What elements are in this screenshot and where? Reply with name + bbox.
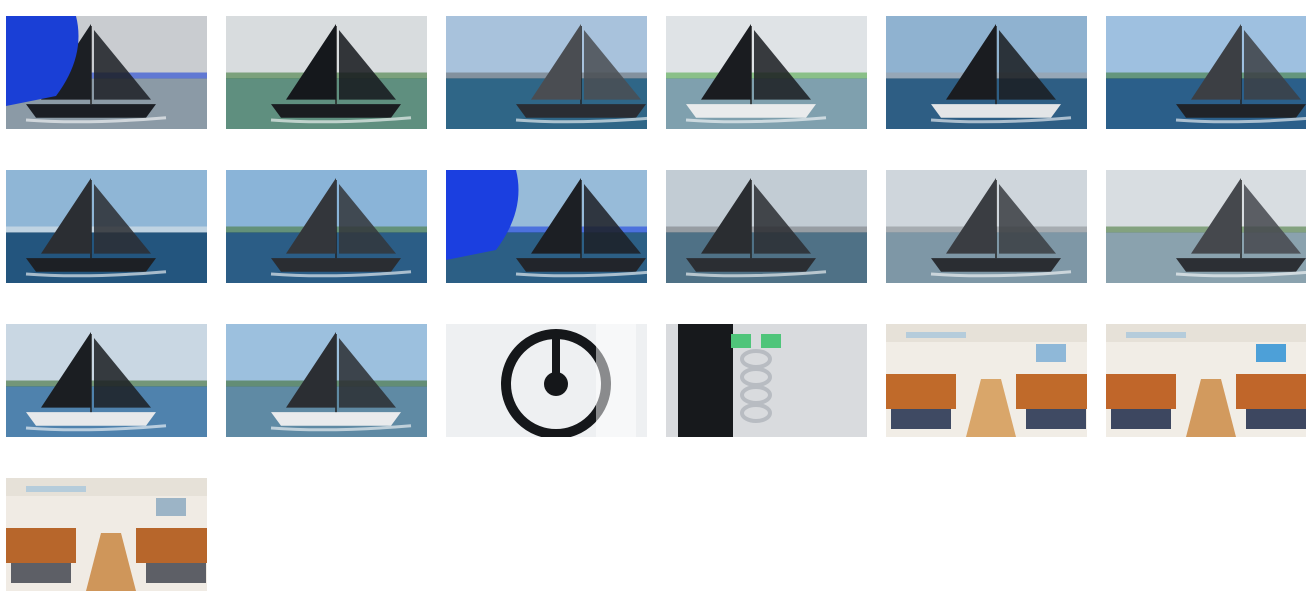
gallery-thumbnail-helm-wheel-detail[interactable] (446, 324, 647, 437)
thumbnail-image (666, 324, 867, 437)
thumbnail-image (1106, 170, 1306, 283)
thumbnail-image (226, 324, 427, 437)
gallery-thumbnail-sailboat-bow-closeup[interactable] (1106, 16, 1306, 129)
photo-gallery (0, 0, 1306, 592)
gallery-thumbnail-sailboat-bow-on-waves[interactable] (226, 170, 427, 283)
gallery-thumbnail-cabin-interior-saloon[interactable] (886, 324, 1087, 437)
thumbnail-image (666, 16, 867, 129)
gallery-thumbnail-sailboat-grey-sails[interactable] (446, 16, 647, 129)
thumbnail-image (6, 170, 207, 283)
thumbnail-image (446, 324, 647, 437)
gallery-thumbnail-sailboat-sideview[interactable] (1106, 170, 1306, 283)
thumbnail-image (886, 170, 1087, 283)
gallery-thumbnail-sailboat-tree-shoreline[interactable] (6, 324, 207, 437)
gallery-thumbnail-sailboat-blue-spinnaker-wide[interactable] (446, 170, 647, 283)
thumbnail-image (1106, 324, 1306, 437)
gallery-thumbnail-sailboat-crew-on-deck[interactable] (886, 16, 1087, 129)
gallery-thumbnail-sailboat-rocky-shore[interactable] (226, 324, 427, 437)
thumbnail-image (6, 324, 207, 437)
gallery-thumbnail-sailboat-blue-spinnaker[interactable] (6, 16, 207, 129)
thumbnail-image (1106, 16, 1306, 129)
thumbnail-image (886, 324, 1087, 437)
thumbnail-image (226, 16, 427, 129)
gallery-thumbnail-sailboat-heeling-waves[interactable] (6, 170, 207, 283)
gallery-thumbnail-sailboat-dark-sails-shore[interactable] (226, 16, 427, 129)
gallery-thumbnail-sailboat-cockpit-crew[interactable] (886, 170, 1087, 283)
thumbnail-image (6, 16, 207, 129)
thumbnail-image (226, 170, 427, 283)
gallery-thumbnail-chain-shackle-detail[interactable] (666, 324, 867, 437)
gallery-thumbnail-sailboat-crew-rail[interactable] (666, 170, 867, 283)
thumbnail-image (666, 170, 867, 283)
thumbnail-image (6, 478, 207, 591)
gallery-thumbnail-cabin-interior-navstation[interactable] (1106, 324, 1306, 437)
thumbnail-image (886, 16, 1087, 129)
gallery-thumbnail-galley-interior[interactable] (6, 478, 207, 591)
gallery-thumbnail-sailboat-white-jib[interactable] (666, 16, 867, 129)
thumbnail-image (446, 170, 647, 283)
thumbnail-image (446, 16, 647, 129)
